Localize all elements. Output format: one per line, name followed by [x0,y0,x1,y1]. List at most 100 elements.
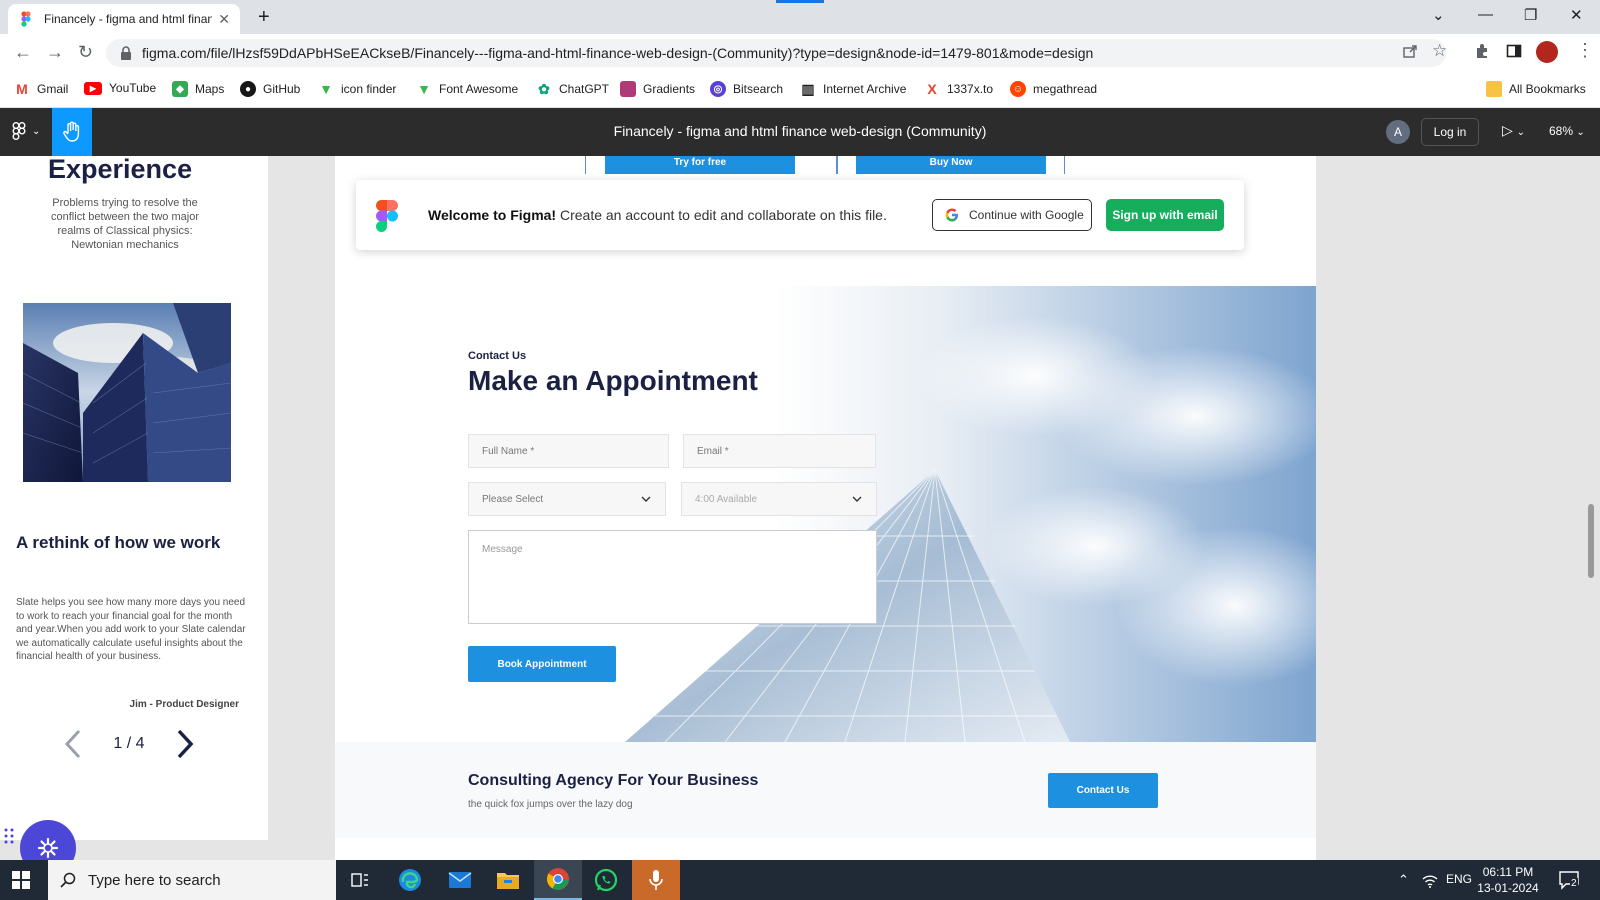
consulting-subtitle: the quick fox jumps over the lazy dog [468,799,633,810]
file-explorer-icon[interactable] [484,860,532,900]
bookmark-icon-finder[interactable]: ▼ icon finder [318,81,396,97]
notification-count: 2 [1570,878,1578,889]
service-select[interactable]: Please Select [468,482,666,516]
drag-handle-icon[interactable] [4,828,14,844]
share-icon[interactable] [1402,43,1418,59]
book-appointment-button[interactable]: Book Appointment [468,646,616,682]
bookmark-gmail[interactable]: M Gmail [14,81,68,97]
chevron-right-icon[interactable] [176,729,194,759]
play-icon: ▷ [1502,122,1513,138]
figma-logo-icon [376,200,398,232]
bookmark-megathread[interactable]: ☺ megathread [1010,81,1097,97]
figma-favicon-icon [18,11,34,27]
service-select-value: Please Select [482,493,544,505]
back-icon[interactable]: ← [14,42,32,63]
extensions-icon[interactable] [1474,43,1490,59]
buy-now-button[interactable]: Buy Now [856,156,1046,174]
wifi-icon[interactable] [1422,874,1438,888]
tab-search-icon[interactable]: ⌄ [1432,6,1445,24]
welcome-message: Create an account to edit and collaborat… [556,207,887,223]
appointment-heading: Make an Appointment [468,365,758,396]
bookmarks-bar: M Gmail ▶ YouTube ◆ Maps ● GitHub ▼ icon find… [0,72,1600,108]
new-tab-button[interactable]: + [258,6,270,29]
figma-canvas[interactable]: Experience Problems trying to resolve th… [0,156,1600,860]
tab-close-icon[interactable]: ✕ [218,11,230,28]
forward-icon[interactable]: → [46,42,64,63]
building-photo [23,303,231,482]
all-bookmarks[interactable]: All Bookmarks [1486,81,1586,97]
zoom-menu[interactable]: 68% ⌄ [1549,124,1585,138]
task-view-icon[interactable] [336,860,384,900]
canvas-scrollbar[interactable] [1588,504,1594,578]
bookmark-maps[interactable]: ◆ Maps [172,81,224,97]
experience-heading: Experience [48,156,193,184]
whatsapp-icon[interactable] [582,860,630,900]
bookmark-github[interactable]: ● GitHub [240,81,300,97]
bitsearch-icon: ◎ [710,81,726,97]
continue-with-google-button[interactable]: Continue with Google [932,199,1092,231]
system-clock[interactable]: 06:11 PM 13-01-2024 [1476,864,1540,896]
browser-tab[interactable]: Financely - figma and html finan ✕ [8,4,240,34]
tray-expand-icon[interactable]: ⌃ [1398,872,1409,888]
windows-start-icon[interactable] [12,871,30,889]
language-indicator[interactable]: ENG [1446,872,1472,886]
user-avatar[interactable]: A [1386,120,1410,144]
folder-icon [1486,81,1502,97]
login-button[interactable]: Log in [1421,118,1479,146]
tab-title: Financely - figma and html finan [44,12,213,26]
email-field[interactable]: Email * [683,434,876,468]
notifications-icon[interactable]: 2 [1558,869,1580,896]
profile-avatar[interactable] [1536,41,1558,63]
chevron-down-icon [852,496,862,502]
edge-icon[interactable] [386,860,434,900]
address-bar[interactable]: figma.com/file/lHzsf59DdAPbHSeEACkseB/Fi… [106,39,1446,67]
chatgpt-icon: ✿ [536,81,552,97]
chrome-menu-icon[interactable]: ⋮ [1576,40,1594,61]
bookmark-1337x[interactable]: X 1337x.to [924,81,993,97]
message-textarea[interactable]: Message [468,530,877,624]
contact-us-button[interactable]: Contact Us [1048,773,1158,808]
reddit-icon: ☺ [1010,81,1026,97]
github-icon: ● [240,81,256,97]
url-text: figma.com/file/lHzsf59DdAPbHSeEACkseB/Fi… [142,45,1094,61]
welcome-bold: Welcome to Figma! [428,207,557,223]
restore-icon[interactable]: ❐ [1524,6,1537,24]
bookmark-youtube[interactable]: ▶ YouTube [84,81,156,95]
rethink-heading: A rethink of how we work [16,533,221,552]
gmail-icon: M [14,81,30,97]
bookmark-gradients[interactable]: Gradients [620,81,695,97]
testimonial-frame: Experience Problems trying to resolve th… [0,156,268,840]
try-for-free-button[interactable]: Try for free [605,156,795,174]
welcome-text: Welcome to Figma! Create an account to e… [428,207,887,223]
testimonial-author: Jim - Product Designer [129,699,239,710]
mail-icon[interactable] [436,860,484,900]
bookmark-font-awesome[interactable]: ▼ Font Awesome [416,81,518,97]
chevron-down-icon [641,496,651,502]
side-panel-icon[interactable] [1506,43,1522,59]
bookmark-star-icon[interactable]: ☆ [1432,41,1447,61]
sign-up-with-email-button[interactable]: Sign up with email [1106,199,1224,231]
gradients-icon [620,81,636,97]
bookmark-bitsearch[interactable]: ◎ Bitsearch [710,81,783,97]
1337x-icon: X [924,81,940,97]
consulting-heading: Consulting Agency For Your Business [468,772,759,789]
file-title: Financely - figma and html finance web-d… [613,123,987,139]
window-close-icon[interactable]: ✕ [1570,6,1583,24]
chevron-left-icon[interactable] [64,729,82,759]
archive-icon: ▥ [800,80,816,97]
bookmark-internet-archive[interactable]: ▥ Internet Archive [800,81,906,97]
time-select[interactable]: 4:00 Available [681,482,877,516]
present-button[interactable]: ▷ ⌄ [1502,122,1525,139]
chrome-taskbar-icon[interactable] [534,860,582,900]
iconfinder-icon: ▼ [318,81,334,97]
bookmark-chatgpt[interactable]: ✿ ChatGPT [536,81,609,97]
google-label: Continue with Google [969,208,1084,222]
appointment-section: Contact Us Make an Appointment Full Name… [335,286,1316,742]
minimize-icon[interactable]: — [1478,6,1493,23]
taskbar-search[interactable]: Type here to search [48,860,336,900]
welcome-banner: Welcome to Figma! Create an account to e… [356,180,1244,250]
testimonial-pager: 1 / 4 [64,726,194,762]
voice-recorder-icon[interactable] [632,860,680,900]
full-name-field[interactable]: Full Name * [468,434,669,468]
reload-icon[interactable]: ↻ [78,42,93,63]
